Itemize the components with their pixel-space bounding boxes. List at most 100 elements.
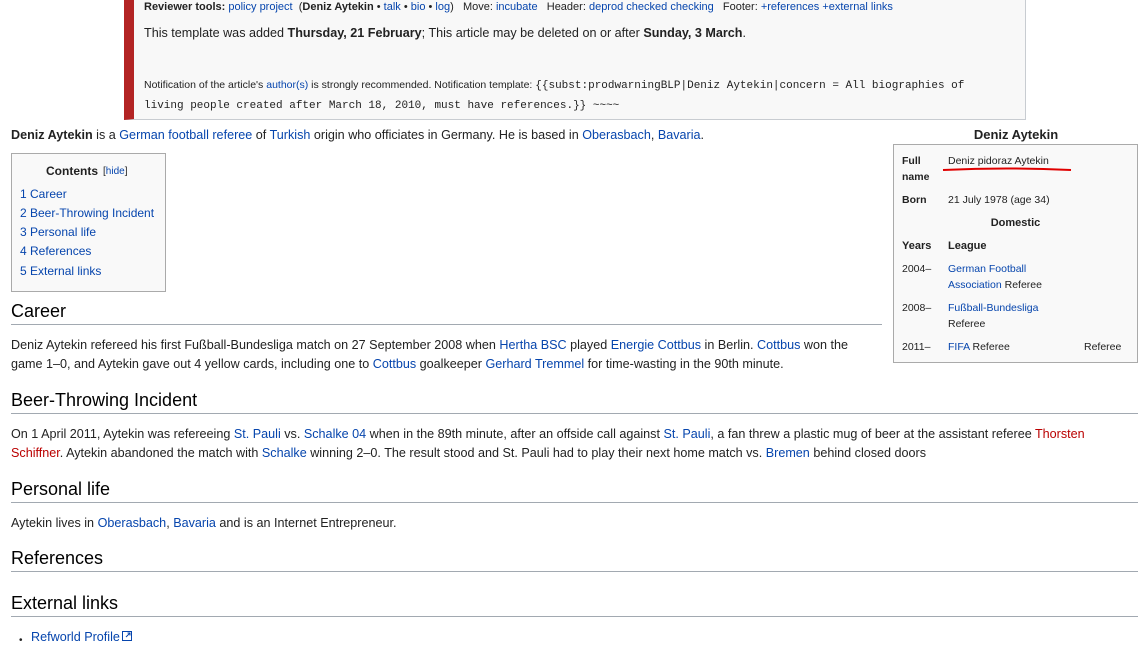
- toc-item-external-links[interactable]: 5 External links: [20, 264, 101, 278]
- career-paragraph-line2: game 1–0, and Aytekin gave out 4 yellow …: [11, 355, 784, 374]
- beer-text: winning 2–0. The result stood and St. Pa…: [306, 446, 766, 460]
- hertha-bsc-link[interactable]: Hertha BSC: [499, 338, 566, 352]
- red-underline-annotation: [942, 167, 1072, 171]
- toc-item-beer-throwing[interactable]: 2 Beer-Throwing Incident: [20, 206, 154, 220]
- added-prefix: This template was added: [144, 26, 288, 40]
- reviewer-tools-label: Reviewer tools:: [144, 1, 226, 13]
- personal-life-heading: Personal life: [11, 479, 1138, 503]
- german-football-association-link[interactable]: German Football: [948, 263, 1026, 275]
- bavaria-link[interactable]: Bavaria: [658, 128, 701, 142]
- added-mid: ; This article may be deleted on or afte…: [421, 26, 644, 40]
- beer-paragraph-line2: Schiffner. Aytekin abandoned the match w…: [11, 444, 926, 463]
- infobox-title: Deniz Aytekin: [973, 127, 1059, 142]
- st-pauli-link[interactable]: St. Pauli: [234, 427, 281, 441]
- career-text: played: [566, 338, 611, 352]
- turkish-link[interactable]: Turkish: [270, 128, 311, 142]
- beer-text: , a fan threw a plastic mug of beer at t…: [710, 427, 1035, 441]
- years-header: Years: [902, 240, 932, 252]
- career-heading: Career: [11, 301, 882, 325]
- career-text: in Berlin.: [701, 338, 758, 352]
- bremen-link[interactable]: Bremen: [766, 446, 810, 460]
- born-value: 21 July 1978 (age 34): [948, 194, 1050, 206]
- career-role: Referee: [1001, 279, 1042, 291]
- notif-mid: is strongly recommended. Notification te…: [308, 79, 536, 91]
- career-year-2004: 2004–: [902, 263, 932, 275]
- bavaria-link[interactable]: Bavaria: [173, 516, 216, 530]
- lead-paragraph: Deniz Aytekin is a German football refer…: [11, 128, 704, 142]
- notification-line: Notification of the article's author(s) …: [144, 79, 964, 92]
- toc-hide-link[interactable]: hide: [106, 166, 125, 177]
- domestic-header: Domestic: [990, 217, 1041, 229]
- log-link[interactable]: log: [435, 1, 450, 13]
- full-name-label-line2: name: [902, 171, 930, 183]
- list-bullet: •: [19, 635, 23, 646]
- personal-text: and is an Internet Entrepreneur.: [215, 516, 397, 530]
- table-of-contents: Contents [hide] 1 Career 2 Beer-Throwing…: [11, 153, 166, 292]
- gerhard-tremmel-link[interactable]: Gerhard Tremmel: [485, 357, 584, 371]
- oberasbach-link[interactable]: Oberasbach: [98, 516, 167, 530]
- schalke-link[interactable]: Schalke: [262, 446, 307, 460]
- incubate-link[interactable]: incubate: [496, 1, 538, 13]
- plus-references-link[interactable]: +references: [761, 1, 819, 13]
- career-paragraph-line1: Deniz Aytekin refereed his first Fußball…: [11, 336, 848, 355]
- lead-name: Deniz Aytekin: [11, 128, 93, 142]
- career-text: Deniz Aytekin refereed his first Fußball…: [11, 338, 500, 352]
- move-label: Move:: [462, 1, 493, 13]
- fifa-link[interactable]: FIFA: [948, 341, 970, 353]
- delete-date: Sunday, 3 March: [643, 26, 743, 40]
- prod-notice-box: Reviewer tools: policy project (Deniz Ay…: [124, 0, 1026, 120]
- born-label: Born: [902, 194, 927, 206]
- beer-text: behind closed doors: [809, 446, 927, 460]
- refworld-profile-link[interactable]: Refworld Profile: [31, 630, 120, 644]
- thorsten-schiffner-redlink[interactable]: Schiffner: [11, 446, 60, 460]
- paren-close: ): [450, 1, 454, 13]
- career-role: Referee: [969, 341, 1010, 353]
- template-code-line2: living people created after March 18, 20…: [144, 100, 620, 112]
- career-text: game 1–0, and Aytekin gave out 4 yellow …: [11, 357, 373, 371]
- personal-paragraph: Aytekin lives in Oberasbach, Bavaria and…: [11, 514, 397, 533]
- external-links-heading: External links: [11, 593, 1138, 617]
- cottbus-link[interactable]: Cottbus: [373, 357, 416, 371]
- league-header: League: [948, 240, 987, 252]
- fussball-bundesliga-link[interactable]: Fußball-Bundesliga: [948, 302, 1038, 314]
- lead-text: .: [700, 128, 705, 142]
- authors-link[interactable]: author(s): [266, 79, 308, 91]
- toc-item-personal-life[interactable]: 3 Personal life: [20, 225, 96, 239]
- bio-link[interactable]: bio: [411, 1, 426, 13]
- energie-cottbus-link[interactable]: Energie Cottbus: [611, 338, 701, 352]
- refworld-profile-list-item: Refworld Profile: [31, 630, 132, 644]
- toc-title: Contents: [46, 164, 98, 178]
- oberasbach-link[interactable]: Oberasbach: [582, 128, 651, 142]
- notif-prefix: Notification of the article's: [144, 79, 267, 91]
- personal-text: Aytekin lives in: [11, 516, 98, 530]
- external-link-icon: [121, 631, 132, 641]
- full-name-label: Full name: [902, 153, 929, 185]
- references-heading: References: [11, 548, 1138, 572]
- checked-link[interactable]: checked: [626, 1, 667, 13]
- plus-external-links-link[interactable]: +external links: [822, 1, 893, 13]
- beer-text: On 1 April 2011, Aytekin was refereeing: [11, 427, 234, 441]
- header-label: Header:: [546, 1, 586, 13]
- full-name-label-line1: Full: [902, 155, 921, 167]
- german-football-association-link[interactable]: Association: [948, 279, 1002, 291]
- thorsten-schiffner-redlink[interactable]: Thorsten: [1035, 427, 1085, 441]
- career-row-2011: FIFA Referee: [948, 339, 1010, 355]
- schalke-04-link[interactable]: Schalke 04: [304, 427, 366, 441]
- beer-text: . Aytekin abandoned the match with: [59, 446, 262, 460]
- german-football-referee-link[interactable]: German football referee: [119, 128, 252, 142]
- reviewer-tools-line: Reviewer tools: policy project (Deniz Ay…: [144, 1, 893, 13]
- toc-item-career[interactable]: 1 Career: [20, 187, 67, 201]
- deprod-link[interactable]: deprod: [589, 1, 623, 13]
- career-role: Referee: [948, 318, 986, 330]
- cottbus-link[interactable]: Cottbus: [757, 338, 800, 352]
- career-text: goalkeeper: [416, 357, 486, 371]
- policy-link[interactable]: policy: [228, 1, 256, 13]
- beer-text: vs.: [280, 427, 304, 441]
- career-text: for time-wasting in the 90th minute.: [584, 357, 784, 371]
- checking-link[interactable]: checking: [670, 1, 713, 13]
- st-pauli-link[interactable]: St. Pauli: [663, 427, 710, 441]
- talk-link[interactable]: talk: [384, 1, 401, 13]
- toc-item-references[interactable]: 4 References: [20, 244, 91, 258]
- career-year-2008: 2008–: [902, 302, 932, 314]
- project-link[interactable]: project: [260, 1, 293, 13]
